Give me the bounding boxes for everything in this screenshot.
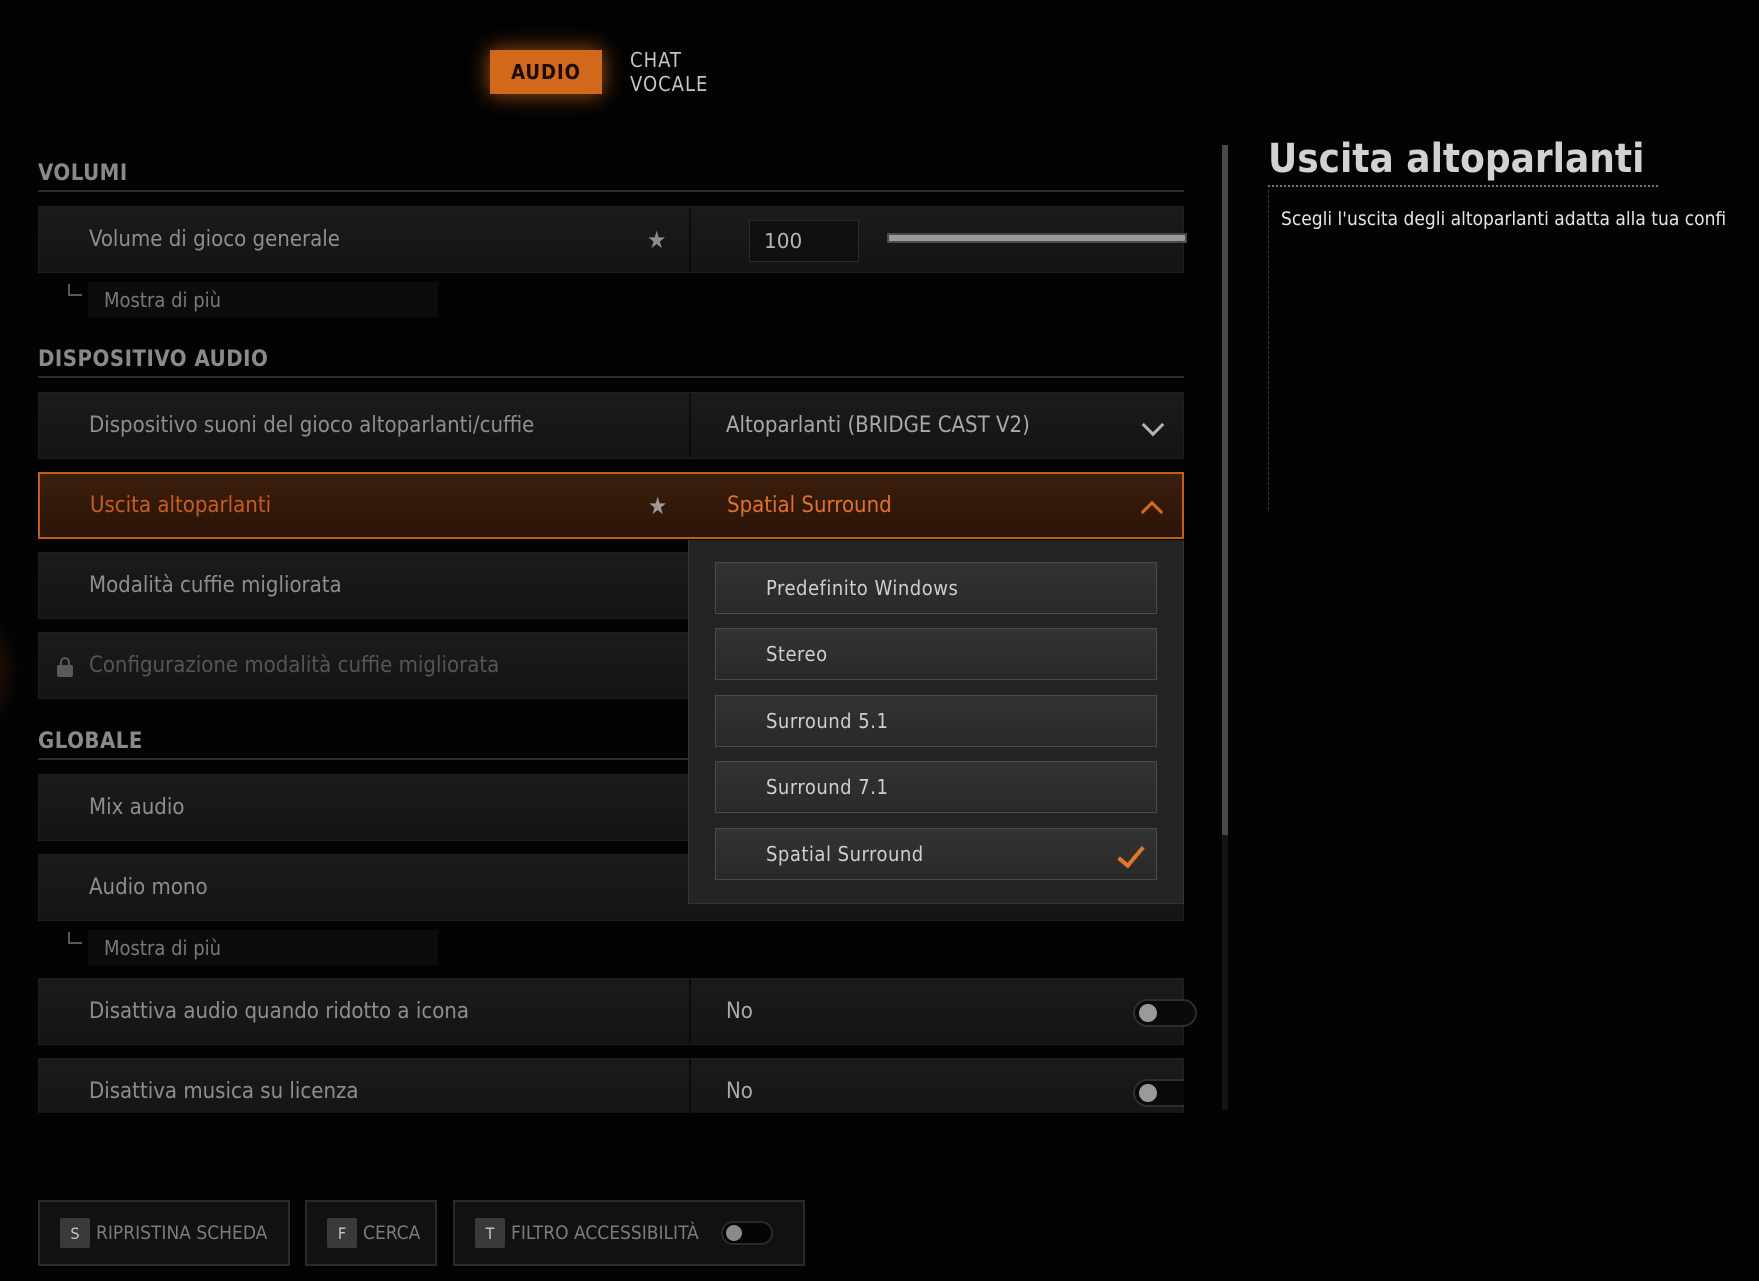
tree-branch-icon bbox=[68, 932, 82, 944]
info-description: Scegli l'uscita degli altoparlanti adatt… bbox=[1281, 208, 1727, 230]
volume-value-input[interactable]: 100 bbox=[749, 220, 859, 262]
scrollbar-thumb[interactable] bbox=[1222, 145, 1228, 835]
button-label: RIPRISTINA SCHEDA bbox=[96, 1222, 268, 1244]
star-icon[interactable]: ★ bbox=[648, 474, 667, 537]
setting-label: Uscita altoparlanti bbox=[90, 493, 272, 518]
star-icon[interactable]: ★ bbox=[647, 207, 666, 272]
dropdown-option[interactable]: Stereo bbox=[715, 628, 1157, 680]
key-hint: T bbox=[475, 1218, 505, 1248]
row-audio-device[interactable]: Dispositivo suoni del gioco altoparlanti… bbox=[38, 392, 1184, 459]
section-heading: VOLUMI bbox=[38, 161, 128, 186]
chevron-up-icon[interactable] bbox=[1140, 500, 1164, 524]
setting-label: Disattiva musica su licenza bbox=[89, 1079, 359, 1104]
mute-music-value: No bbox=[726, 1079, 753, 1104]
row-mute-minimized[interactable]: Disattiva audio quando ridotto a icona N… bbox=[38, 978, 1197, 1045]
accessibility-toggle[interactable] bbox=[720, 1221, 773, 1245]
mute-minimized-value: No bbox=[726, 999, 753, 1024]
setting-label: Mix audio bbox=[89, 795, 185, 820]
row-master-volume[interactable]: Volume di gioco generale ★ 100 bbox=[38, 206, 1187, 273]
mute-music-toggle[interactable] bbox=[1133, 1079, 1184, 1107]
dropdown-option[interactable]: Surround 7.1 bbox=[715, 761, 1157, 813]
setting-label: Modalità cuffie migliorata bbox=[89, 573, 342, 598]
setting-label: Dispositivo suoni del gioco altoparlanti… bbox=[89, 413, 535, 438]
button-label: FILTRO ACCESSIBILITÀ bbox=[511, 1222, 699, 1244]
tree-branch-icon bbox=[68, 284, 82, 296]
volume-slider[interactable] bbox=[887, 233, 1187, 243]
accessibility-filter-button[interactable]: T FILTRO ACCESSIBILITÀ bbox=[453, 1200, 805, 1266]
show-more-link[interactable]: Mostra di più bbox=[88, 930, 438, 965]
section-heading: GLOBALE bbox=[38, 729, 143, 754]
divider bbox=[689, 207, 691, 272]
device-value: Altoparlanti (BRIDGE CAST V2) bbox=[726, 413, 1030, 438]
divider bbox=[689, 1059, 691, 1113]
dropdown-option[interactable]: Surround 5.1 bbox=[715, 695, 1157, 747]
info-title: Uscita altoparlanti bbox=[1268, 136, 1645, 182]
checkmark-icon bbox=[1117, 839, 1145, 869]
info-underline bbox=[1268, 185, 1658, 189]
key-hint: F bbox=[327, 1218, 357, 1248]
key-hint: S bbox=[60, 1218, 90, 1248]
setting-label: Configurazione modalità cuffie migliorat… bbox=[89, 653, 500, 678]
speaker-output-value: Spatial Surround bbox=[727, 493, 892, 518]
settings-screen: AUDIO CHAT VOCALE VOLUMI Volume di gioco… bbox=[0, 0, 1759, 1281]
divider bbox=[689, 393, 691, 458]
section-dispositivo-audio: DISPOSITIVO AUDIO bbox=[38, 338, 1184, 378]
setting-label: Audio mono bbox=[89, 875, 208, 900]
tab-voice-chat[interactable]: CHAT VOCALE bbox=[630, 48, 762, 96]
dropdown-option-selected[interactable]: Spatial Surround bbox=[715, 828, 1157, 880]
setting-label: Volume di gioco generale bbox=[89, 227, 340, 252]
row-mute-music[interactable]: Disattiva musica su licenza No bbox=[38, 1058, 1184, 1113]
show-more-link[interactable]: Mostra di più bbox=[88, 282, 438, 317]
info-border bbox=[1268, 190, 1269, 510]
tab-audio[interactable]: AUDIO bbox=[490, 50, 602, 94]
reset-tab-button[interactable]: S RIPRISTINA SCHEDA bbox=[38, 1200, 290, 1266]
button-label: CERCA bbox=[363, 1222, 421, 1244]
mute-minimized-toggle[interactable] bbox=[1133, 999, 1197, 1027]
edge-glow bbox=[0, 600, 20, 740]
option-label: Spatial Surround bbox=[766, 842, 924, 866]
setting-label: Disattiva audio quando ridotto a icona bbox=[89, 999, 469, 1024]
chevron-down-icon[interactable] bbox=[1141, 413, 1165, 437]
lock-icon bbox=[57, 657, 73, 677]
dropdown-option[interactable]: Predefinito Windows bbox=[715, 562, 1157, 614]
search-button[interactable]: F CERCA bbox=[305, 1200, 437, 1266]
section-heading: DISPOSITIVO AUDIO bbox=[38, 347, 269, 372]
row-clip: Disattiva musica su licenza No bbox=[38, 1058, 1184, 1113]
row-speaker-output[interactable]: Uscita altoparlanti ★ Spatial Surround bbox=[38, 472, 1184, 539]
speaker-output-dropdown: Predefinito Windows Stereo Surround 5.1 … bbox=[688, 540, 1184, 904]
divider bbox=[689, 979, 691, 1044]
section-volumi: VOLUMI bbox=[38, 152, 1184, 192]
